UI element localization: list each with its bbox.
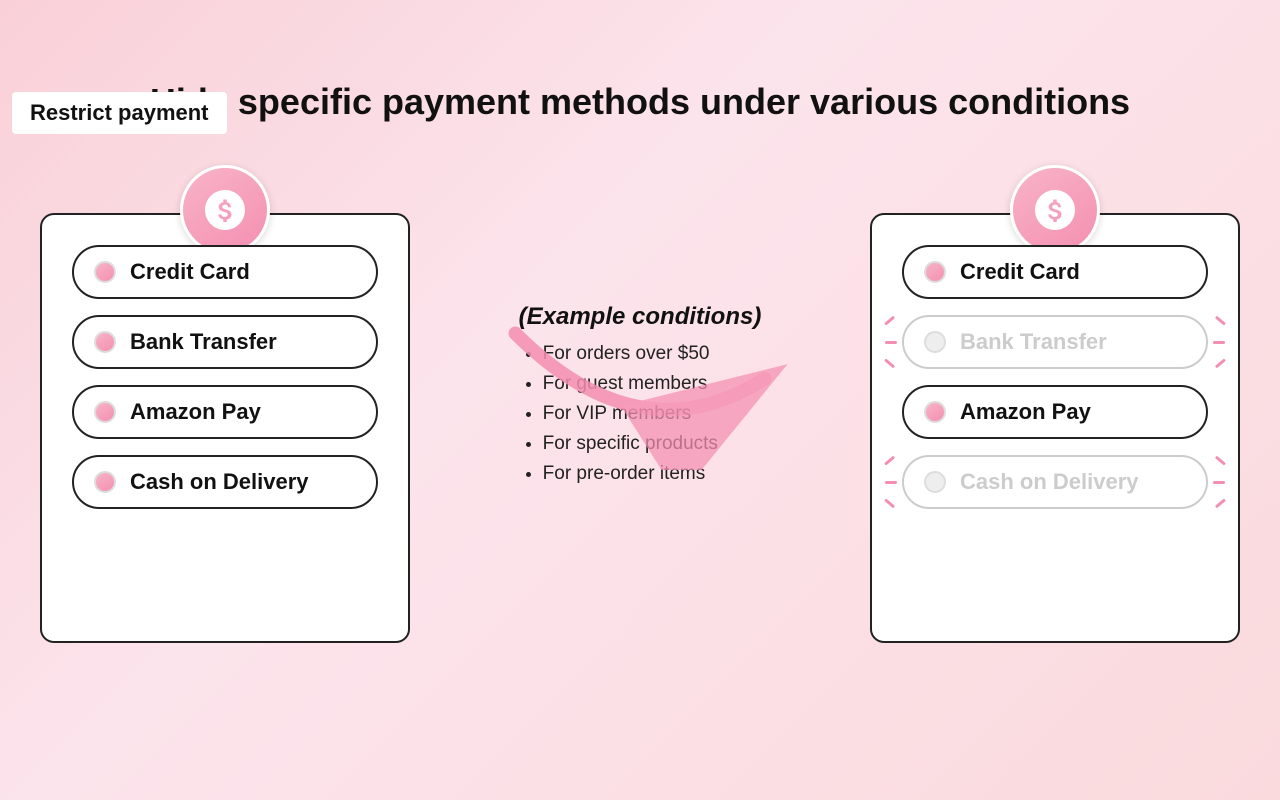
conditions-list: For orders over $50 For guest members Fo… <box>519 343 762 485</box>
content-area: Credit Card Bank Transfer Amazon Pay Cas… <box>0 153 1280 643</box>
bank-transfer-left-label: Bank Transfer <box>130 329 277 355</box>
conditions-box: (Example conditions) For orders over $50… <box>509 293 772 503</box>
amazon-pay-left-wrapper: Amazon Pay <box>72 385 378 439</box>
cash-on-delivery-right-wrapper: Cash on Delivery <box>902 455 1208 509</box>
cash-on-delivery-right-btn: Cash on Delivery <box>902 455 1208 509</box>
page-title: Restrict payment <box>30 100 209 125</box>
amazon-pay-left-btn[interactable]: Amazon Pay <box>72 385 378 439</box>
middle-section: (Example conditions) For orders over $50… <box>410 153 870 503</box>
cash-on-delivery-left-dot <box>94 471 116 493</box>
burst-line-2 <box>885 341 897 344</box>
bank-transfer-left-wrapper: Bank Transfer <box>72 315 378 369</box>
amazon-pay-right-wrapper: Amazon Pay <box>902 385 1208 439</box>
burst-lines-left-cash <box>884 457 898 507</box>
burst-line-cr1 <box>1215 456 1226 466</box>
credit-card-left-dot <box>94 261 116 283</box>
cash-on-delivery-right-label: Cash on Delivery <box>960 469 1139 495</box>
condition-item-3: For VIP members <box>543 403 762 425</box>
credit-card-left-wrapper: Credit Card <box>72 245 378 299</box>
burst-line-c2 <box>885 481 897 484</box>
coin-icon-right <box>1010 165 1100 255</box>
credit-card-left-btn[interactable]: Credit Card <box>72 245 378 299</box>
burst-line-cr2 <box>1213 481 1225 484</box>
burst-lines-right-cash <box>1212 457 1226 507</box>
burst-line-r2 <box>1213 341 1225 344</box>
page-title-box: Restrict payment <box>12 92 227 134</box>
burst-lines-right-bank <box>1212 317 1226 367</box>
bank-transfer-left-btn[interactable]: Bank Transfer <box>72 315 378 369</box>
bank-transfer-right-btn: Bank Transfer <box>902 315 1208 369</box>
burst-line-r3 <box>1215 359 1226 369</box>
dollar-icon-left <box>201 186 249 234</box>
credit-card-left-label: Credit Card <box>130 259 250 285</box>
right-panel: Credit Card Bank Transfer <box>870 213 1240 643</box>
amazon-pay-left-dot <box>94 401 116 423</box>
burst-line-cr3 <box>1215 499 1226 509</box>
coin-icon-left <box>180 165 270 255</box>
cash-on-delivery-left-label: Cash on Delivery <box>130 469 309 495</box>
bank-transfer-left-dot <box>94 331 116 353</box>
amazon-pay-right-label: Amazon Pay <box>960 399 1091 425</box>
condition-item-5: For pre-order items <box>543 463 762 485</box>
amazon-pay-right-dot <box>924 401 946 423</box>
left-panel: Credit Card Bank Transfer Amazon Pay Cas… <box>40 213 410 643</box>
condition-item-1: For orders over $50 <box>543 343 762 365</box>
amazon-pay-right-btn[interactable]: Amazon Pay <box>902 385 1208 439</box>
credit-card-right-label: Credit Card <box>960 259 1080 285</box>
burst-line-1 <box>884 316 895 326</box>
burst-lines-left-bank <box>884 317 898 367</box>
condition-item-2: For guest members <box>543 373 762 395</box>
conditions-title: (Example conditions) <box>519 303 762 331</box>
cash-on-delivery-right-dot <box>924 471 946 493</box>
condition-item-4: For specific products <box>543 433 762 455</box>
amazon-pay-left-label: Amazon Pay <box>130 399 261 425</box>
burst-line-3 <box>884 359 895 369</box>
bank-transfer-right-label: Bank Transfer <box>960 329 1107 355</box>
cash-on-delivery-left-btn[interactable]: Cash on Delivery <box>72 455 378 509</box>
burst-line-c3 <box>884 499 895 509</box>
bank-transfer-right-wrapper: Bank Transfer <box>902 315 1208 369</box>
cash-on-delivery-left-wrapper: Cash on Delivery <box>72 455 378 509</box>
dollar-icon-right <box>1031 186 1079 234</box>
burst-line-r1 <box>1215 316 1226 326</box>
bank-transfer-right-dot <box>924 331 946 353</box>
credit-card-right-dot <box>924 261 946 283</box>
burst-line-c1 <box>884 456 895 466</box>
credit-card-right-btn[interactable]: Credit Card <box>902 245 1208 299</box>
credit-card-right-wrapper: Credit Card <box>902 245 1208 299</box>
